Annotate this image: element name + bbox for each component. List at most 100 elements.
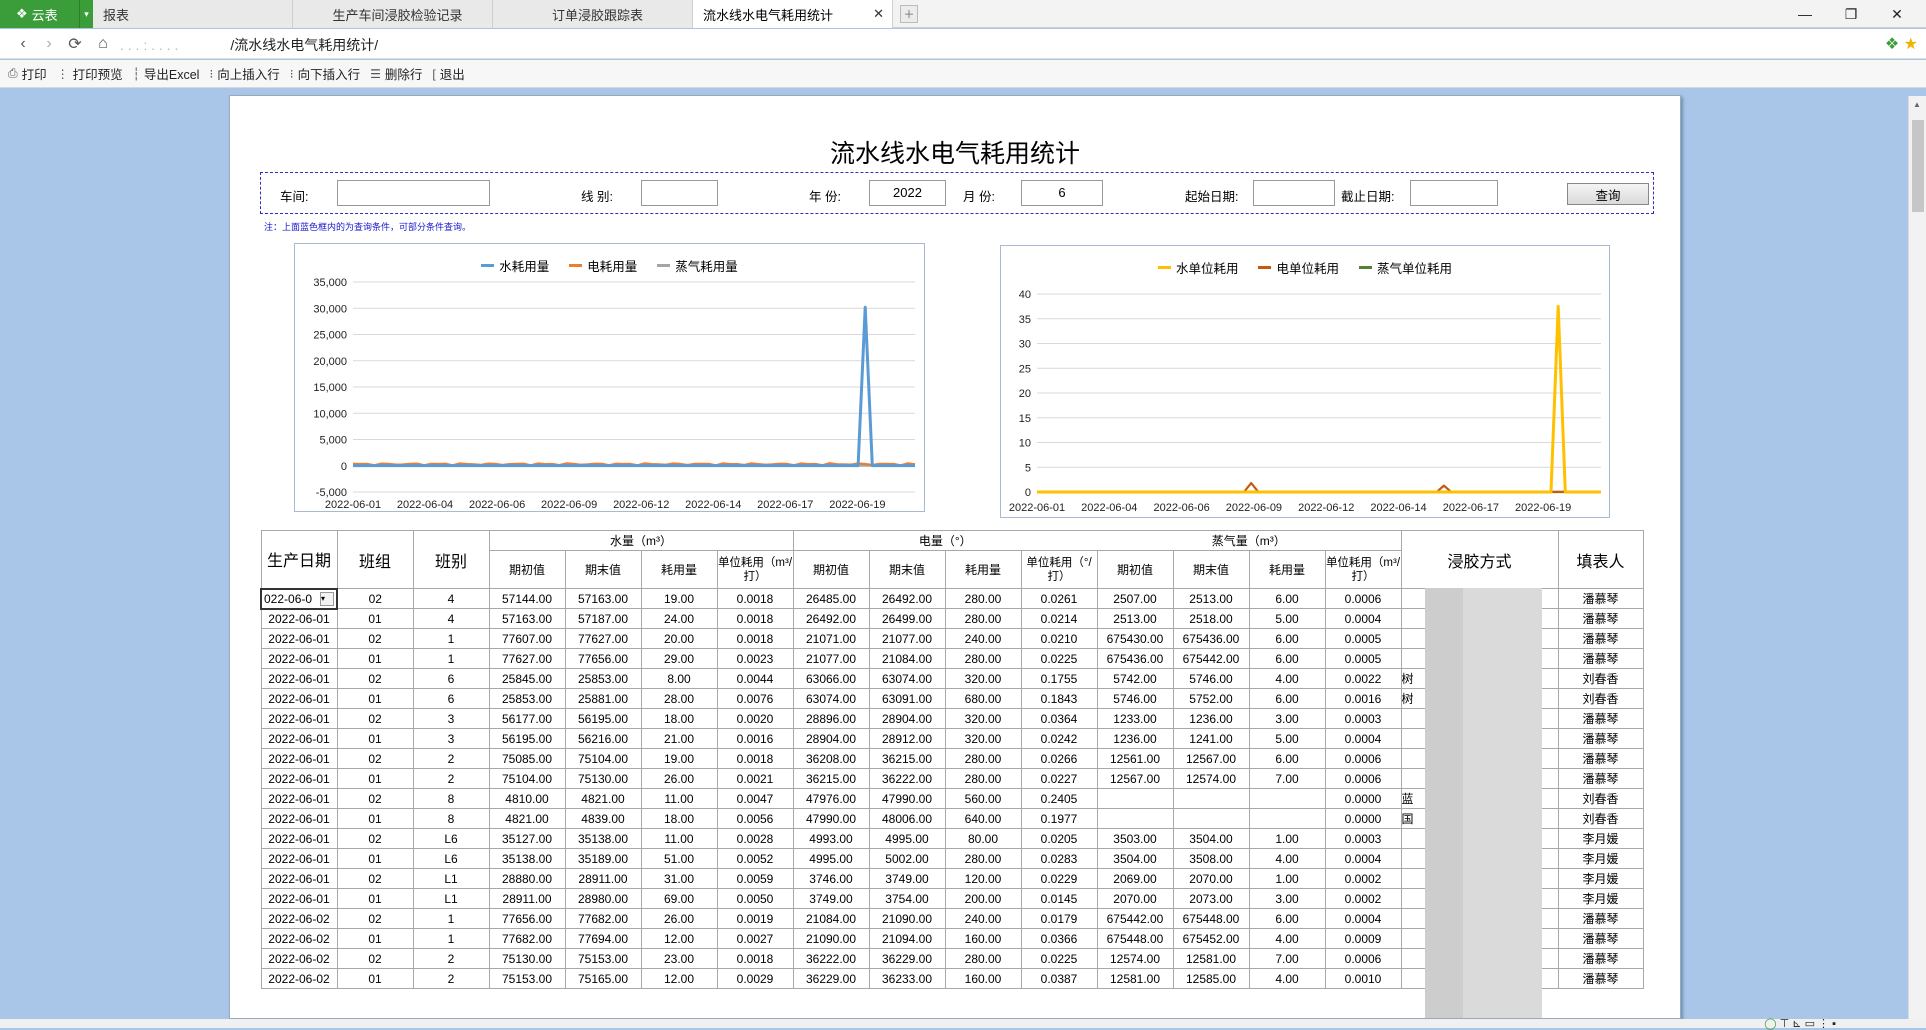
- table-cell[interactable]: 28904.00: [868, 708, 946, 729]
- table-cell[interactable]: 2022-06-01: [260, 788, 338, 809]
- table-cell[interactable]: 320.00: [944, 668, 1022, 689]
- table-cell[interactable]: 77656.00: [564, 648, 642, 669]
- table-cell[interactable]: 675436.00: [1172, 628, 1250, 649]
- table-cell[interactable]: 75153.00: [488, 968, 566, 989]
- table-cell[interactable]: 48006.00: [868, 808, 946, 829]
- home-icon[interactable]: ⌂: [92, 33, 114, 55]
- table-cell[interactable]: 2022-06-01: [260, 848, 338, 869]
- table-cell[interactable]: 0.0283: [1020, 848, 1098, 869]
- table-cell[interactable]: 02: [336, 788, 414, 809]
- table-cell[interactable]: 12.00: [640, 968, 718, 989]
- table-cell[interactable]: 0.0016: [716, 728, 794, 749]
- status-tool-icons[interactable]: ⊤ ⊾ ▭ ⋮ ▪: [1780, 1018, 1836, 1030]
- table-cell[interactable]: 675430.00: [1096, 628, 1174, 649]
- window-close-icon[interactable]: ✕: [1874, 0, 1920, 28]
- table-cell[interactable]: 0.1977: [1020, 808, 1098, 829]
- table-cell[interactable]: 0.0179: [1020, 908, 1098, 929]
- table-cell[interactable]: 0.0006: [1324, 948, 1402, 969]
- table-cell[interactable]: 8.00: [640, 668, 718, 689]
- table-cell[interactable]: 21077.00: [792, 648, 870, 669]
- table-cell[interactable]: 02: [336, 868, 414, 889]
- table-cell[interactable]: 2069.00: [1096, 868, 1174, 889]
- table-cell[interactable]: L6: [412, 848, 490, 869]
- table-cell[interactable]: 75130.00: [488, 948, 566, 969]
- table-cell[interactable]: 2022-06-02: [260, 908, 338, 929]
- table-cell[interactable]: 36229.00: [868, 948, 946, 969]
- table-cell[interactable]: 0.0004: [1324, 908, 1402, 929]
- table-cell[interactable]: 12581.00: [1096, 968, 1174, 989]
- table-cell[interactable]: 28.00: [640, 688, 718, 709]
- table-cell[interactable]: 6.00: [1248, 648, 1326, 669]
- table-cell[interactable]: 6.00: [1248, 748, 1326, 769]
- table-cell[interactable]: L1: [412, 868, 490, 889]
- workshop-input[interactable]: [337, 180, 490, 206]
- table-cell[interactable]: 35189.00: [564, 848, 642, 869]
- table-cell[interactable]: 2022-06-01: [260, 648, 338, 669]
- table-cell[interactable]: 21077.00: [868, 628, 946, 649]
- table-cell[interactable]: 0.0056: [716, 808, 794, 829]
- table-cell[interactable]: 675442.00: [1096, 908, 1174, 929]
- table-cell[interactable]: 0.0266: [1020, 748, 1098, 769]
- table-cell[interactable]: 0.0005: [1324, 628, 1402, 649]
- table-cell[interactable]: 200.00: [944, 888, 1022, 909]
- table-cell[interactable]: 8: [412, 808, 490, 829]
- table-cell[interactable]: 1233.00: [1096, 708, 1174, 729]
- table-cell[interactable]: 2070.00: [1172, 868, 1250, 889]
- print-button[interactable]: ⎙ 打印: [8, 64, 47, 83]
- table-cell[interactable]: 潘慕琴: [1557, 768, 1644, 789]
- table-cell[interactable]: 77627.00: [564, 628, 642, 649]
- table-cell[interactable]: 2022-06-01: [260, 748, 338, 769]
- table-cell[interactable]: 280.00: [944, 948, 1022, 969]
- table-cell[interactable]: 21071.00: [792, 628, 870, 649]
- table-cell[interactable]: 6.00: [1248, 628, 1326, 649]
- chevron-down-icon[interactable]: ▾: [79, 0, 93, 28]
- table-cell[interactable]: 0.0003: [1324, 708, 1402, 729]
- table-cell[interactable]: 0.0002: [1324, 868, 1402, 889]
- table-cell[interactable]: 01: [336, 768, 414, 789]
- table-cell[interactable]: 刘春香: [1557, 668, 1644, 689]
- table-cell[interactable]: 2070.00: [1096, 888, 1174, 909]
- table-cell[interactable]: 4995.00: [868, 828, 946, 849]
- table-cell[interactable]: 77627.00: [488, 648, 566, 669]
- table-cell[interactable]: 李月媛: [1557, 828, 1644, 849]
- table-cell[interactable]: 25845.00: [488, 668, 566, 689]
- table-cell[interactable]: 25853.00: [564, 668, 642, 689]
- table-cell[interactable]: 3754.00: [868, 888, 946, 909]
- table-cell[interactable]: 01: [336, 608, 414, 629]
- table-cell[interactable]: 36222.00: [792, 948, 870, 969]
- table-cell[interactable]: 潘慕琴: [1557, 708, 1644, 729]
- table-cell[interactable]: 560.00: [944, 788, 1022, 809]
- tab-report[interactable]: 报表: [93, 0, 293, 28]
- table-cell[interactable]: 21084.00: [868, 648, 946, 669]
- table-cell[interactable]: 潘慕琴: [1557, 728, 1644, 749]
- table-cell[interactable]: 3749.00: [792, 888, 870, 909]
- table-cell[interactable]: 35138.00: [564, 828, 642, 849]
- table-cell[interactable]: 36208.00: [792, 748, 870, 769]
- table-cell[interactable]: 02: [336, 748, 414, 769]
- table-cell[interactable]: 18.00: [640, 808, 718, 829]
- table-cell[interactable]: 01: [336, 968, 414, 989]
- restore-icon[interactable]: ❐: [1828, 0, 1874, 28]
- table-cell[interactable]: 4993.00: [792, 828, 870, 849]
- table-cell[interactable]: 0.0044: [716, 668, 794, 689]
- address-field[interactable]: . . . : . . . . /流水线水电气耗用统计/: [120, 35, 378, 55]
- table-cell[interactable]: 0.0018: [716, 748, 794, 769]
- table-cell[interactable]: 01: [336, 688, 414, 709]
- table-cell[interactable]: 1236.00: [1096, 728, 1174, 749]
- table-cell[interactable]: 12574.00: [1096, 948, 1174, 969]
- table-cell[interactable]: 12.00: [640, 928, 718, 949]
- table-cell[interactable]: 3504.00: [1096, 848, 1174, 869]
- table-cell[interactable]: 35127.00: [488, 828, 566, 849]
- table-cell[interactable]: 80.00: [944, 828, 1022, 849]
- table-cell[interactable]: 2022-06-02: [260, 948, 338, 969]
- table-cell[interactable]: 3508.00: [1172, 848, 1250, 869]
- table-cell[interactable]: 0.0205: [1020, 828, 1098, 849]
- table-cell[interactable]: [1248, 788, 1326, 809]
- table-cell[interactable]: 36215.00: [792, 768, 870, 789]
- table-cell[interactable]: 6.00: [1248, 688, 1326, 709]
- table-cell[interactable]: 0.0002: [1324, 888, 1402, 909]
- table-cell[interactable]: 19.00: [640, 588, 718, 609]
- table-cell[interactable]: 280.00: [944, 748, 1022, 769]
- table-cell[interactable]: 5002.00: [868, 848, 946, 869]
- table-cell[interactable]: 022-06-0 ▾: [260, 587, 338, 610]
